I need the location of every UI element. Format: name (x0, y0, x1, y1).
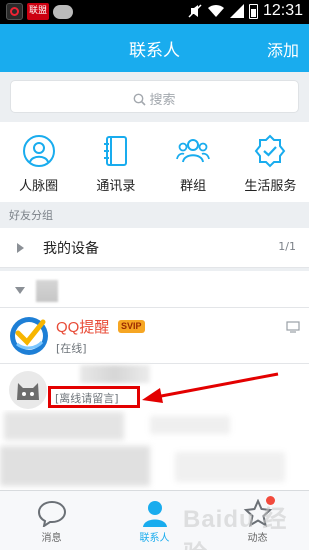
quick-entry-label: 群组 (180, 179, 207, 194)
tab-messages[interactable]: 消息 (0, 491, 103, 550)
blurred-group-name (36, 280, 58, 302)
annotation-arrow-icon (142, 372, 279, 403)
contact-qq-reminder[interactable]: QQ提醒 SVIP [在线] (0, 308, 309, 364)
tab-updates[interactable]: 动态 (206, 491, 309, 550)
group-icon (176, 139, 211, 163)
search-input[interactable]: 搜索 (10, 80, 299, 113)
person-circle-icon (22, 135, 55, 167)
quick-entries: 人脉圈 通讯录 群组 生活服务 (0, 122, 309, 202)
add-button[interactable]: 添加 (267, 37, 299, 61)
page-title: 联系人 (129, 41, 180, 61)
expand-arrow-icon (17, 243, 24, 253)
quick-entry-groups[interactable]: 群组 (155, 122, 232, 202)
pc-online-icon (286, 321, 300, 333)
message-bubble-icon (37, 500, 66, 527)
battery-icon (248, 3, 258, 19)
quick-entry-label: 人脉圈 (19, 179, 59, 194)
tab-label: 动态 (247, 533, 268, 544)
status-bar: 联盟 12:31 (0, 0, 309, 24)
blurred-contact (150, 416, 230, 434)
group-my-devices[interactable]: 我的设备 1/1 (0, 228, 309, 268)
notification-icons: 联盟 (6, 3, 74, 20)
quick-entry-network[interactable]: 人脉圈 (0, 122, 77, 202)
quick-entry-label: 生活服务 (244, 179, 297, 194)
friend-group-expanded[interactable] (0, 271, 309, 308)
search-icon (134, 93, 147, 106)
collapse-arrow-icon (15, 287, 25, 294)
bottom-tab-bar: 消息 联系人 动态 (0, 490, 309, 550)
group-count: 1/1 (278, 240, 296, 253)
contacts-person-icon (142, 501, 167, 527)
contact-status: [在线] (56, 342, 87, 355)
clock: 12:31 (262, 2, 303, 19)
service-shield-icon (255, 134, 286, 168)
wifi-icon (207, 4, 224, 17)
blurred-contact-list (0, 410, 309, 490)
quick-entry-address-book[interactable]: 通讯录 (77, 122, 154, 202)
title-bar: 联系人 添加 (0, 24, 309, 72)
tab-contacts[interactable]: 联系人 (103, 491, 206, 550)
unread-badge (266, 496, 275, 505)
search-placeholder: 搜索 (149, 93, 176, 108)
tab-label: 联系人 (139, 533, 170, 544)
app-badge: 联盟 (27, 3, 50, 20)
contact-name: QQ提醒 (56, 319, 110, 336)
friend-group-header-label: 好友分组 (9, 209, 53, 222)
address-book-icon (103, 136, 127, 166)
search-placeholder-row: 搜索 (11, 89, 298, 108)
system-icons: 12:31 (188, 2, 303, 20)
contact-status: [离线请留言] (55, 392, 119, 405)
quick-entry-label: 通讯录 (96, 179, 136, 194)
blurred-contact (4, 412, 124, 440)
mute-icon (188, 4, 202, 18)
tab-label: 消息 (41, 533, 62, 544)
group-name: 我的设备 (43, 241, 99, 257)
search-area: 搜索 (0, 72, 309, 122)
quick-entry-life-services[interactable]: 生活服务 (232, 122, 309, 202)
qq-reminder-avatar-icon (10, 317, 48, 355)
qq-notify-icon (6, 3, 23, 20)
friend-group-header: 好友分组 (0, 202, 309, 228)
signal-icon (229, 4, 244, 18)
cat-avatar-icon (9, 371, 47, 409)
blurred-contact (175, 452, 285, 482)
cat-icon (53, 4, 74, 19)
highlight-box: [离线请留言] (48, 386, 140, 408)
blurred-contact (0, 446, 150, 486)
svip-badge: SVIP (118, 320, 145, 333)
